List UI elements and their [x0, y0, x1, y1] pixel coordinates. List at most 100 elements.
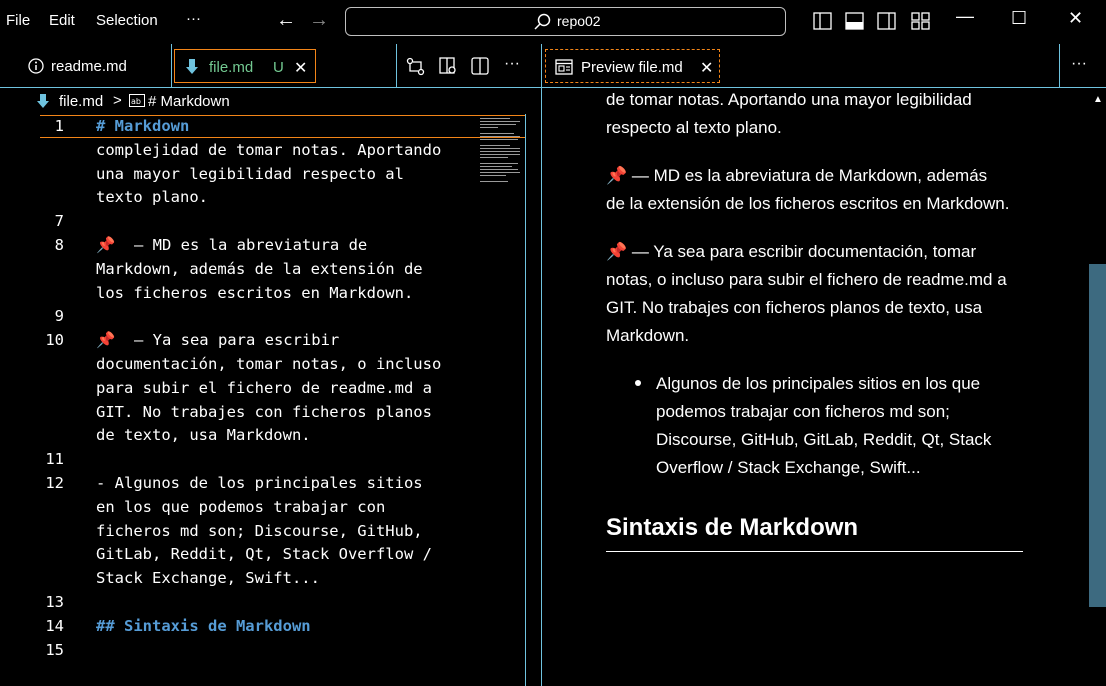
- command-center-search[interactable]: repo02: [345, 7, 786, 36]
- minimap-line: [480, 181, 508, 182]
- code-line: de texto, usa Markdown.: [96, 426, 311, 445]
- breadcrumb: file.md > ab # Markdown: [0, 88, 541, 114]
- minimap-line: [480, 118, 510, 119]
- line-number: 14: [45, 616, 64, 635]
- markdown-icon: [37, 94, 49, 108]
- line-number: 13: [45, 593, 64, 611]
- line-number: 8: [54, 236, 64, 254]
- forward-arrow-icon[interactable]: →: [309, 9, 329, 32]
- close-tab-icon[interactable]: ✕: [294, 58, 307, 78]
- search-label: repo02: [557, 13, 601, 29]
- tab-label: readme.md: [51, 58, 127, 75]
- tab-label: file.md: [209, 59, 254, 76]
- code-line: ## Sintaxis de Markdown: [96, 616, 311, 635]
- minimap-line: [480, 163, 518, 164]
- code-line: ficheros md son; Discourse, GitHub,: [96, 521, 423, 540]
- breadcrumb-separator: >: [113, 92, 122, 109]
- code-line: 📌 — MD es la abreviatura de: [96, 236, 368, 254]
- line-number: 10: [45, 331, 64, 350]
- toggle-primary-sidebar-icon[interactable]: [813, 12, 832, 30]
- code-line: Markdown, además de la extensión de: [96, 259, 423, 278]
- menu-selection[interactable]: Selection: [96, 12, 158, 29]
- split-editor-icon[interactable]: [471, 57, 490, 76]
- editor-more-actions-button[interactable]: ···: [504, 55, 520, 73]
- code-line: - Algunos de los principales sitios: [96, 474, 423, 492]
- preview-scrollbar[interactable]: [1089, 264, 1106, 607]
- minimap[interactable]: [478, 118, 523, 190]
- preview-text-line: 📌 — Ya sea para escribir documentación, …: [606, 242, 977, 261]
- minimap-line: [480, 145, 510, 146]
- editor-scroll-border: [525, 114, 526, 686]
- minimap-line: [480, 124, 516, 125]
- minimap-line: [480, 154, 520, 155]
- code-line: GitLab, Reddit, Qt, Stack Overflow /: [96, 545, 432, 564]
- bullet-dot: [635, 380, 641, 386]
- breadcrumb-file[interactable]: file.md: [59, 93, 103, 110]
- customize-layout-icon[interactable]: [911, 12, 930, 30]
- line-number: 7: [54, 212, 64, 231]
- code-line: # Markdown: [96, 117, 190, 135]
- open-changes-icon[interactable]: [406, 57, 425, 76]
- minimap-line: [480, 166, 512, 167]
- minimize-button[interactable]: —: [956, 6, 974, 27]
- code-line: GIT. No trabajes con ficheros planos: [96, 402, 432, 421]
- editor-group-divider: [541, 44, 542, 88]
- back-arrow-icon[interactable]: ←: [276, 9, 296, 32]
- minimap-line: [480, 148, 520, 149]
- code-line: los ficheros escritos en Markdown.: [96, 283, 414, 302]
- menu-more-button[interactable]: ···: [186, 10, 201, 27]
- line-number: 1: [54, 117, 64, 135]
- minimap-line: [480, 157, 508, 158]
- minimap-line: [480, 151, 520, 152]
- code-line: complejidad de tomar notas. Aportando: [96, 140, 442, 159]
- minimap-line: [480, 121, 520, 122]
- markdown-preview[interactable]: de tomar notas. Aportando una mayor legi…: [542, 88, 1106, 686]
- preview-icon: [555, 59, 573, 75]
- toggle-panel-icon[interactable]: [845, 12, 864, 30]
- untracked-status-badge: U: [273, 59, 284, 76]
- info-icon: [28, 58, 44, 74]
- preview-list-line: Algunos de los principales sitios en los…: [656, 374, 981, 393]
- tab-divider: [171, 44, 172, 88]
- preview-heading: Sintaxis de Markdown: [606, 514, 859, 541]
- preview-text-line: Markdown.: [606, 326, 690, 345]
- tab-label: Preview file.md: [581, 59, 683, 76]
- minimap-line: [480, 133, 514, 134]
- maximize-button[interactable]: ☐: [1011, 8, 1027, 29]
- tab-file-md[interactable]: file.md U ✕: [174, 49, 316, 83]
- breadcrumb-symbol[interactable]: # Markdown: [148, 93, 230, 110]
- line-number: 9: [54, 307, 64, 326]
- close-window-button[interactable]: ✕: [1068, 8, 1083, 29]
- minimap-line: [480, 172, 520, 173]
- line-number: 11: [45, 450, 64, 469]
- code-editor[interactable]: 1 # Markdown complejidad de tomar notas. A…: [0, 114, 541, 686]
- tab-divider: [396, 44, 397, 88]
- markdown-icon: [186, 59, 198, 74]
- line-number: 12: [45, 474, 64, 492]
- tab-readme[interactable]: readme.md: [14, 49, 171, 83]
- minimap-line: [480, 169, 518, 170]
- preview-text-line: GIT. No trabajes con ficheros planos de …: [606, 298, 983, 317]
- preview-text-line: respecto al texto plano.: [606, 118, 782, 137]
- title-bar: File Edit Selection ··· ← → repo02 — ☐ ✕: [0, 0, 1106, 44]
- code-line: una mayor legibilidad respecto al: [96, 164, 404, 183]
- preview-more-actions-button[interactable]: ···: [1071, 55, 1087, 73]
- preview-list-line: Discourse, GitHub, GitLab, Reddit, Qt, S…: [656, 430, 992, 449]
- minimap-line: [480, 127, 498, 128]
- heading-rule: [606, 551, 1023, 552]
- menu-edit[interactable]: Edit: [49, 12, 75, 29]
- close-tab-icon[interactable]: ✕: [700, 58, 713, 78]
- line-number: 15: [45, 640, 64, 659]
- menu-file[interactable]: File: [6, 12, 30, 29]
- code-line: Stack Exchange, Swift...: [96, 569, 320, 588]
- tab-preview-file-md[interactable]: Preview file.md ✕: [545, 49, 720, 83]
- preview-list-line: podemos trabajar con ficheros md son;: [656, 402, 950, 421]
- editor-tab-bar: readme.md file.md U ✕ ··· Preview file.m…: [0, 44, 1106, 88]
- code-line: documentación, tomar notas, o incluso: [96, 355, 442, 373]
- scroll-up-arrow-icon[interactable]: ▲: [1093, 94, 1103, 105]
- minimap-line: [480, 175, 506, 176]
- string-symbol-icon: ab: [129, 94, 145, 107]
- toggle-secondary-sidebar-icon[interactable]: [877, 12, 896, 30]
- open-preview-to-side-icon[interactable]: [439, 57, 458, 76]
- minimap-line: [480, 139, 518, 140]
